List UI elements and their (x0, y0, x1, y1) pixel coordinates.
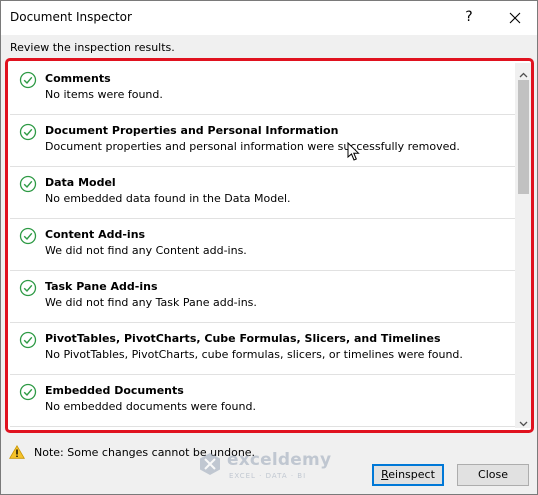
result-title: Comments (45, 72, 111, 85)
result-description: No embedded documents were found. (45, 400, 256, 413)
help-button[interactable]: ? (459, 7, 479, 27)
result-description: We did not find any Content add-ins. (45, 244, 247, 257)
title-bar: Document Inspector ? (1, 1, 537, 35)
check-circle-icon (19, 123, 37, 141)
result-title: Content Add-ins (45, 228, 146, 241)
results-list[interactable]: Comments No items were found. Document P… (10, 63, 515, 428)
check-circle-icon (19, 331, 37, 349)
result-description: Document properties and personal informa… (45, 140, 460, 153)
result-description: No PivotTables, PivotCharts, cube formul… (45, 348, 463, 361)
result-title: Task Pane Add-ins (45, 280, 158, 293)
result-title: PivotTables, PivotCharts, Cube Formulas,… (45, 332, 441, 345)
result-item-task-pane-add-ins: Task Pane Add-ins We did not find any Ta… (10, 271, 515, 323)
exceldemy-logo-icon (200, 453, 220, 475)
results-list-frame: Comments No items were found. Document P… (5, 58, 534, 433)
exceldemy-watermark: exceldemy EXCEL · DATA · BI (199, 450, 344, 484)
result-item-embedded-documents: Embedded Documents No embedded documents… (10, 375, 515, 427)
close-button[interactable]: Close (457, 464, 529, 486)
result-item-content-add-ins: Content Add-ins We did not find any Cont… (10, 219, 515, 271)
close-icon (509, 12, 521, 23)
result-description: No embedded data found in the Data Model… (45, 192, 291, 205)
vertical-scrollbar[interactable] (515, 63, 531, 428)
watermark-name: exceldemy (227, 450, 332, 470)
result-item-pivottables: PivotTables, PivotCharts, Cube Formulas,… (10, 323, 515, 375)
result-title: Data Model (45, 176, 116, 189)
scrollbar-thumb[interactable] (518, 80, 529, 194)
check-circle-icon (19, 175, 37, 193)
reinspect-label: einspect (388, 468, 435, 481)
result-item-comments: Comments No items were found. (10, 63, 515, 115)
mouse-cursor-icon (347, 142, 360, 161)
result-item-data-model: Data Model No embedded data found in the… (10, 167, 515, 219)
warning-icon (9, 445, 25, 459)
check-circle-icon (19, 71, 37, 89)
watermark-tagline: EXCEL · DATA · BI (229, 472, 307, 480)
chevron-up-icon (519, 72, 528, 78)
check-circle-icon (19, 227, 37, 245)
reinspect-button[interactable]: Reinspect (372, 464, 444, 486)
scroll-down-button[interactable] (515, 412, 531, 428)
document-inspector-dialog: Document Inspector ? Review the inspecti… (0, 0, 538, 495)
result-item-document-properties: Document Properties and Personal Informa… (10, 115, 515, 167)
chevron-down-icon (519, 421, 528, 427)
check-circle-icon (19, 383, 37, 401)
result-title: Embedded Documents (45, 384, 184, 397)
result-description: We did not find any Task Pane add-ins. (45, 296, 257, 309)
check-circle-icon (19, 279, 37, 297)
scroll-up-button[interactable] (515, 63, 531, 79)
result-description: No items were found. (45, 88, 163, 101)
result-title: Document Properties and Personal Informa… (45, 124, 339, 137)
window-title: Document Inspector (10, 10, 132, 24)
instruction-text: Review the inspection results. (10, 41, 175, 54)
window-close-button[interactable] (501, 5, 529, 29)
